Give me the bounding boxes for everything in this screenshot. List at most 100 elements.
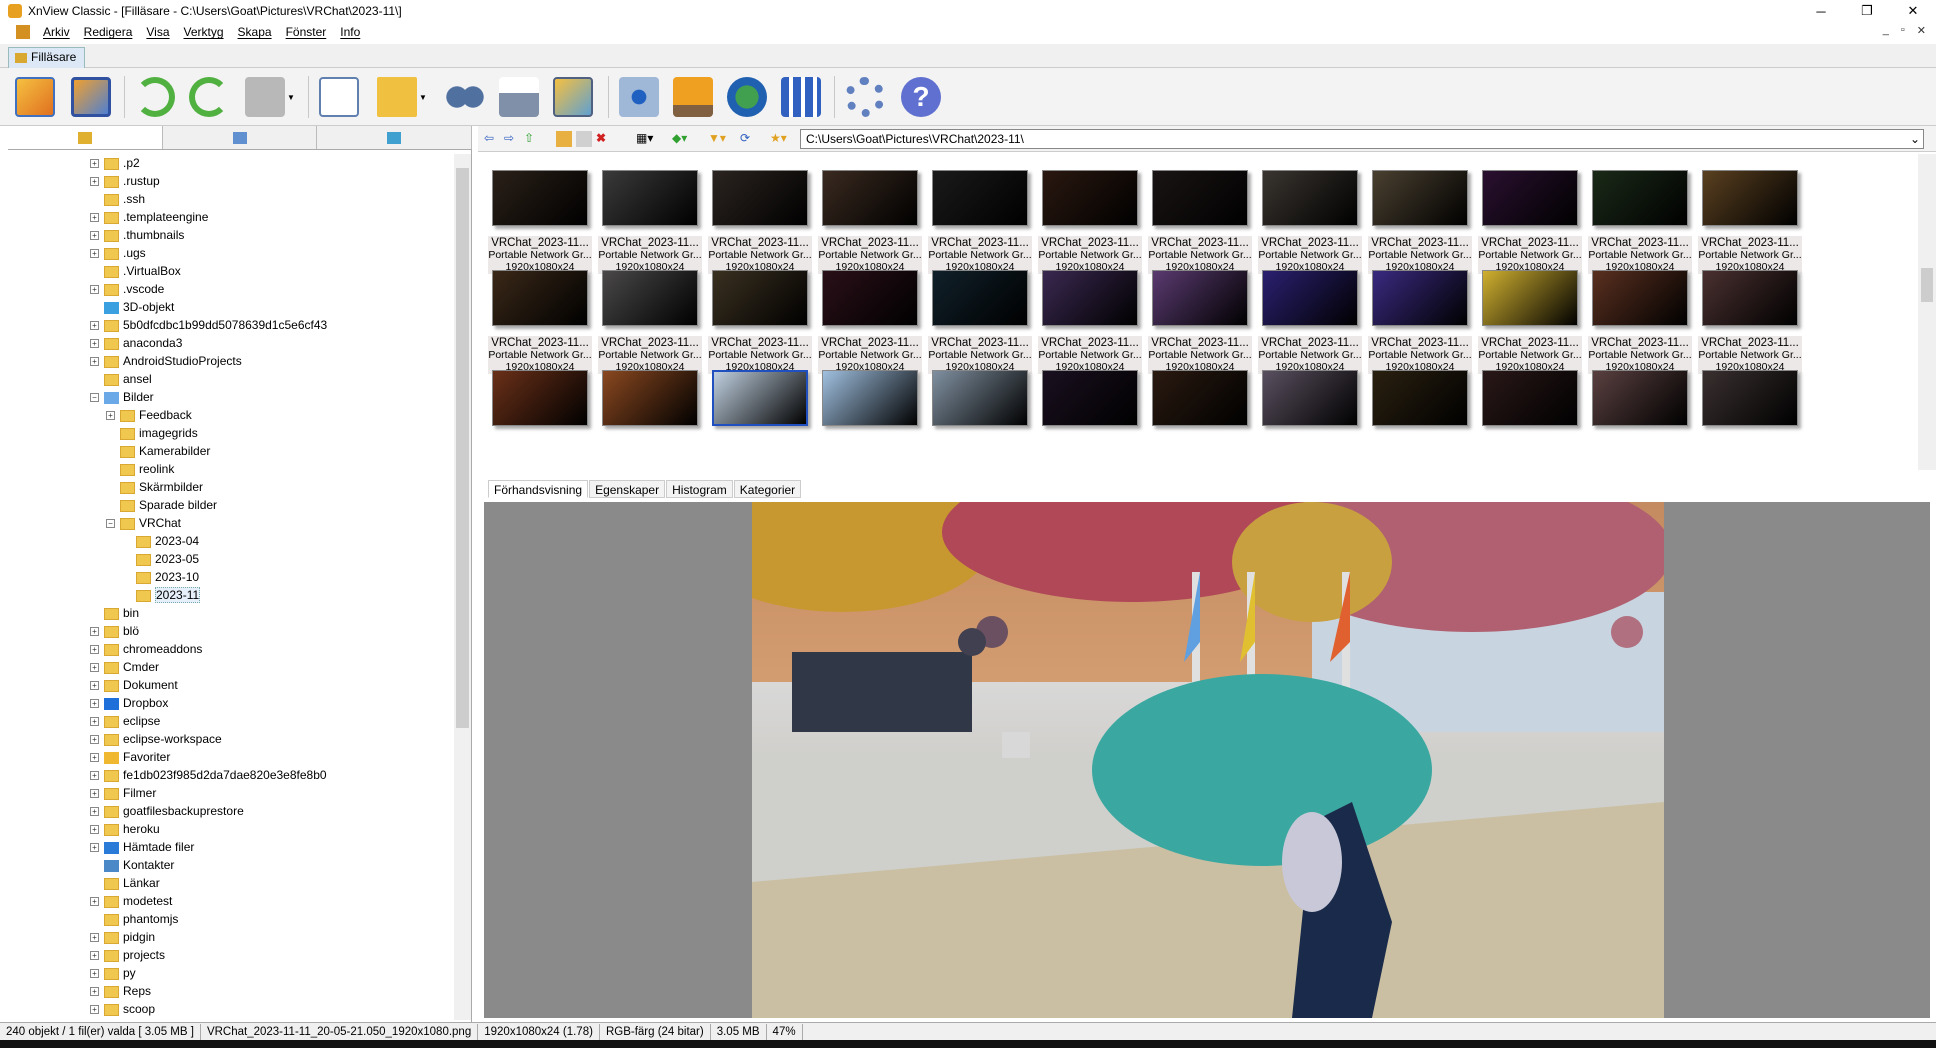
- tree-node[interactable]: .VirtualBox: [90, 262, 181, 280]
- tree-node[interactable]: Kamerabilder: [106, 442, 210, 460]
- child-window-icon[interactable]: [16, 25, 30, 39]
- expand-icon[interactable]: +: [106, 411, 115, 421]
- view-mode-icon[interactable]: ▦▾: [636, 131, 664, 147]
- thumbnail-item[interactable]: [708, 370, 812, 426]
- tree-node[interactable]: 2023-05: [122, 550, 199, 568]
- expand-icon[interactable]: +: [90, 681, 99, 691]
- tree-node[interactable]: Sparade bilder: [106, 496, 217, 514]
- thumbnail-image[interactable]: [1152, 270, 1248, 326]
- expand-icon[interactable]: +: [90, 699, 99, 709]
- up-folder-icon[interactable]: ⇧: [524, 131, 540, 147]
- browser-icon[interactable]: [12, 74, 58, 120]
- tree-node[interactable]: bin: [90, 604, 139, 622]
- tree-node[interactable]: + .thumbnails: [90, 226, 184, 244]
- thumbnail-image[interactable]: [1262, 270, 1358, 326]
- folder-tree-scrollbar[interactable]: [454, 154, 471, 1020]
- tree-node[interactable]: + fe1db023f985d2da7dae820e3e8fe8b0: [90, 766, 327, 784]
- expand-icon[interactable]: +: [90, 1005, 99, 1015]
- thumbnail-image[interactable]: [1262, 370, 1358, 426]
- tree-node[interactable]: reolink: [106, 460, 174, 478]
- rotate-left-icon[interactable]: [132, 74, 178, 120]
- tab-preview[interactable]: Förhandsvisning: [488, 480, 589, 498]
- thumbnail-item[interactable]: VRChat_2023-11... Portable Network Gr... 1…: [1148, 170, 1252, 274]
- thumbnail-image[interactable]: [1592, 170, 1688, 226]
- thumbnail-image[interactable]: [602, 170, 698, 226]
- rating-icon[interactable]: ★▾: [770, 131, 798, 147]
- expand-icon[interactable]: +: [90, 897, 99, 907]
- tree-node[interactable]: + Cmder: [90, 658, 159, 676]
- thumbnail-image[interactable]: [712, 270, 808, 326]
- thumbnail-item[interactable]: VRChat_2023-11... Portable Network Gr... 1…: [1698, 270, 1802, 374]
- thumbnail-image[interactable]: [492, 370, 588, 426]
- tree-node[interactable]: imagegrids: [106, 424, 198, 442]
- expand-icon[interactable]: +: [90, 159, 99, 169]
- tree-node[interactable]: − VRChat: [106, 514, 181, 532]
- tree-node[interactable]: − Bilder: [90, 388, 154, 406]
- thumbnail-item[interactable]: VRChat_2023-11... Portable Network Gr... 1…: [1038, 170, 1142, 274]
- thumbnail-image[interactable]: [932, 370, 1028, 426]
- thumbnail-item[interactable]: VRChat_2023-11... Portable Network Gr... 1…: [488, 270, 592, 374]
- expand-icon[interactable]: +: [90, 627, 99, 637]
- mdi-restore-icon[interactable]: ▫: [1901, 24, 1905, 37]
- menu-verktyg[interactable]: Verktyg: [177, 25, 231, 39]
- thumbnail-image[interactable]: [1372, 270, 1468, 326]
- tree-node[interactable]: 2023-04: [122, 532, 199, 550]
- thumbnail-item[interactable]: [1588, 370, 1692, 426]
- thumbnail-image[interactable]: [932, 170, 1028, 226]
- tab-filbrowser[interactable]: Filläsare: [8, 47, 86, 68]
- preview-image[interactable]: [752, 502, 1664, 1018]
- expand-icon[interactable]: +: [90, 249, 99, 259]
- expand-icon[interactable]: +: [90, 789, 99, 799]
- expand-icon[interactable]: +: [90, 213, 99, 223]
- thumbnail-item[interactable]: VRChat_2023-11... Portable Network Gr... 1…: [818, 170, 922, 274]
- settings-icon[interactable]: [842, 74, 888, 120]
- expand-icon[interactable]: +: [90, 285, 99, 295]
- webpage-icon[interactable]: [724, 74, 770, 120]
- contact-sheet-icon[interactable]: [778, 74, 824, 120]
- thumbnail-image[interactable]: [1702, 170, 1798, 226]
- tree-node[interactable]: + chromeaddons: [90, 640, 202, 658]
- expand-icon[interactable]: +: [90, 339, 99, 349]
- help-icon[interactable]: ?: [898, 74, 944, 120]
- thumbnail-image[interactable]: [1592, 270, 1688, 326]
- expand-icon[interactable]: +: [90, 717, 99, 727]
- thumbnail-item[interactable]: VRChat_2023-11... Portable Network Gr... 1…: [1038, 270, 1142, 374]
- tab-histogram[interactable]: Histogram: [666, 480, 733, 498]
- expand-icon[interactable]: +: [90, 357, 99, 367]
- expand-icon[interactable]: +: [90, 321, 99, 331]
- tab-folders[interactable]: [8, 126, 163, 149]
- tree-node[interactable]: Skärmbilder: [106, 478, 203, 496]
- thumbnail-image[interactable]: [1482, 170, 1578, 226]
- tree-node[interactable]: + AndroidStudioProjects: [90, 352, 242, 370]
- tree-node[interactable]: + .vscode: [90, 280, 164, 298]
- thumbnail-scrollbar[interactable]: [1918, 154, 1936, 470]
- thumbnail-image[interactable]: [1042, 170, 1138, 226]
- convert-icon[interactable]: [550, 74, 596, 120]
- thumbnail-item[interactable]: VRChat_2023-11... Portable Network Gr... 1…: [928, 170, 1032, 274]
- close-button[interactable]: ✕: [1890, 0, 1936, 22]
- thumbnail-item[interactable]: [598, 370, 702, 426]
- print-icon[interactable]: [496, 74, 542, 120]
- thumbnail-item[interactable]: VRChat_2023-11... Portable Network Gr... 1…: [1698, 170, 1802, 274]
- tree-node[interactable]: + Favoriter: [90, 748, 170, 766]
- expand-icon[interactable]: +: [90, 663, 99, 673]
- address-bar[interactable]: C:\Users\Goat\Pictures\VRChat\2023-11\ ⌄: [800, 129, 1924, 149]
- rotate-right-icon[interactable]: [186, 74, 232, 120]
- thumbnail-item[interactable]: VRChat_2023-11... Portable Network Gr... 1…: [1588, 270, 1692, 374]
- capture-icon[interactable]: [616, 74, 662, 120]
- tab-categories[interactable]: [317, 126, 473, 149]
- expand-icon[interactable]: +: [90, 825, 99, 835]
- back-icon[interactable]: ⇦: [484, 131, 500, 147]
- thumbnail-image[interactable]: [712, 370, 808, 426]
- expand-icon[interactable]: +: [90, 645, 99, 655]
- expand-icon[interactable]: +: [90, 951, 99, 961]
- expand-icon[interactable]: +: [90, 177, 99, 187]
- menu-redigera[interactable]: Redigera: [77, 25, 140, 39]
- thumbnail-image[interactable]: [1152, 170, 1248, 226]
- tree-node[interactable]: + eclipse: [90, 712, 160, 730]
- tree-node[interactable]: Länkar: [90, 874, 160, 892]
- rename-icon[interactable]: [576, 131, 592, 147]
- tree-node[interactable]: 3D-objekt: [90, 298, 174, 316]
- tree-node[interactable]: + heroku: [90, 820, 160, 838]
- tree-node[interactable]: + goatfilesbackuprestore: [90, 802, 244, 820]
